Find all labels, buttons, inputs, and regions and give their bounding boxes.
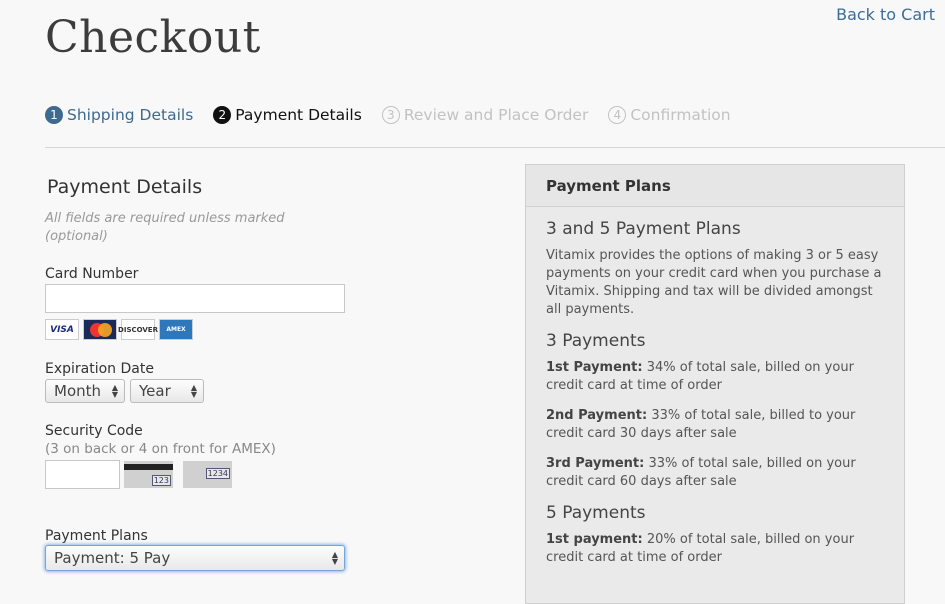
step-number: 1 bbox=[45, 106, 63, 124]
security-code-hint: (3 on back or 4 on front for AMEX) bbox=[45, 441, 276, 457]
step-number: 4 bbox=[608, 106, 627, 124]
step-label: Payment Details bbox=[235, 106, 362, 124]
divider bbox=[45, 147, 945, 148]
payment-item: 3rd Payment: 33% of total sale, billed o… bbox=[546, 456, 856, 489]
payment-item: 1st Payment: 34% of total sale, billed o… bbox=[546, 360, 854, 393]
payment-plan-value: Payment: 5 Pay bbox=[54, 549, 171, 567]
expiration-label: Expiration Date bbox=[45, 361, 154, 377]
mastercard-icon bbox=[83, 319, 117, 340]
five-payments-heading: 5 Payments bbox=[546, 503, 646, 523]
year-select[interactable]: Year ▲ ▼ bbox=[130, 379, 204, 403]
plans-intro-heading: 3 and 5 Payment Plans bbox=[546, 219, 741, 239]
chevron-updown-icon: ▲ ▼ bbox=[111, 383, 118, 399]
payment-item: 2nd Payment: 33% of total sale, billed t… bbox=[546, 408, 856, 441]
payment-plans-panel: Payment Plans 3 and 5 Payment Plans Vita… bbox=[525, 164, 905, 604]
payment-item: 1st payment: 20% of total sale, billed o… bbox=[546, 532, 855, 565]
card-logos: VISA DISCOVER AMEX bbox=[45, 319, 193, 340]
section-heading: Payment Details bbox=[47, 176, 203, 198]
step-label: Review and Place Order bbox=[403, 106, 589, 124]
card-number-input[interactable] bbox=[45, 284, 345, 313]
back-to-cart-link[interactable]: Back to Cart bbox=[836, 5, 935, 24]
chevron-updown-icon: ▲ ▼ bbox=[331, 550, 338, 566]
checkout-steps: 1 Shipping Details 2 Payment Details 3 R… bbox=[45, 106, 731, 124]
security-code-input[interactable] bbox=[45, 460, 120, 489]
step-confirmation: 4 Confirmation bbox=[608, 106, 731, 124]
security-code-label: Security Code bbox=[45, 423, 143, 439]
visa-icon: VISA bbox=[45, 319, 79, 340]
card-back-cvv-icon: 123 bbox=[124, 461, 173, 488]
step-number: 2 bbox=[213, 106, 232, 124]
required-note: All fields are required unless marked (o… bbox=[45, 211, 285, 244]
year-value: Year bbox=[139, 382, 171, 400]
chevron-updown-icon: ▲ ▼ bbox=[190, 383, 197, 399]
step-shipping[interactable]: 1 Shipping Details bbox=[45, 106, 193, 124]
step-payment: 2 Payment Details bbox=[213, 106, 362, 124]
amex-icon: AMEX bbox=[159, 319, 193, 340]
discover-icon: DISCOVER bbox=[118, 319, 158, 340]
step-label: Confirmation bbox=[630, 106, 731, 124]
card-number-label: Card Number bbox=[45, 266, 139, 282]
month-select[interactable]: Month ▲ ▼ bbox=[45, 379, 125, 403]
card-front-cvv-icon: 1234 bbox=[183, 461, 232, 488]
cvv-back-code: 123 bbox=[151, 475, 171, 486]
step-review: 3 Review and Place Order bbox=[381, 106, 589, 124]
cvv-front-code: 1234 bbox=[205, 468, 230, 479]
three-payments-heading: 3 Payments bbox=[546, 331, 646, 351]
month-value: Month bbox=[54, 382, 102, 400]
payment-plan-select[interactable]: Payment: 5 Pay ▲ ▼ bbox=[45, 545, 345, 571]
step-label: Shipping Details bbox=[67, 106, 194, 124]
plans-intro-text: Vitamix provides the options of making 3… bbox=[546, 248, 882, 317]
panel-title: Payment Plans bbox=[526, 165, 904, 207]
payment-plans-label: Payment Plans bbox=[45, 528, 148, 544]
step-number: 3 bbox=[381, 106, 400, 124]
page-title: Checkout bbox=[45, 12, 261, 63]
